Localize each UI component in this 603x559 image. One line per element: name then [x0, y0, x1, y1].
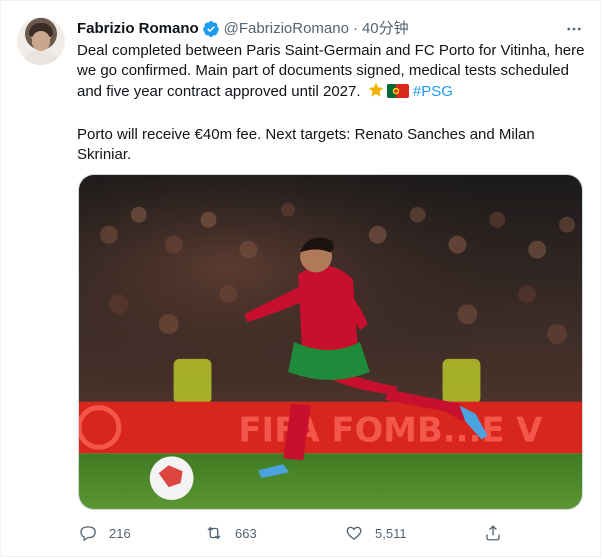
retweet-button[interactable]: 663	[205, 521, 257, 545]
tweet-paragraph-2: Porto will receive €40m fee. Next target…	[77, 126, 535, 163]
avatar[interactable]	[17, 17, 65, 65]
like-button[interactable]: 5,511	[345, 521, 407, 545]
tweet-text: Deal completed between Paris Saint-Germa…	[77, 41, 587, 165]
hashtag-link[interactable]: #PSG	[413, 83, 453, 100]
tweet-text-line-1: Deal completed between Paris Saint-Germa…	[77, 42, 585, 100]
board-text: FIFA FOMB...E V	[238, 410, 543, 449]
tweet-paragraph-1: Deal completed between Paris Saint-Germa…	[77, 41, 587, 105]
verified-badge-icon	[202, 20, 220, 38]
star-icon	[367, 81, 385, 105]
tweet-photo[interactable]: FIFA FOMB...E V	[78, 174, 583, 510]
handle[interactable]: @FabrizioRomano	[224, 19, 349, 39]
separator: ·	[352, 20, 358, 37]
reply-count: 216	[109, 525, 131, 541]
share-icon	[486, 525, 500, 541]
heart-icon	[346, 526, 362, 540]
display-name[interactable]: Fabrizio Romano	[77, 19, 199, 39]
tweet-card[interactable]: Fabrizio Romano @FabrizioRomano · 40分钟 D…	[0, 0, 601, 557]
tweet-header: Fabrizio Romano @FabrizioRomano · 40分钟	[77, 19, 584, 39]
timestamp[interactable]: 40分钟	[362, 19, 409, 39]
share-button[interactable]	[484, 521, 514, 545]
reply-button[interactable]: 216	[79, 521, 131, 545]
portugal-flag-icon	[386, 83, 409, 105]
tweet-actions: 216 663 5,511	[77, 521, 507, 545]
more-options-icon[interactable]	[564, 19, 584, 39]
reply-icon	[80, 526, 96, 542]
photo-football-player: FIFA FOMB...E V	[79, 175, 582, 509]
retweet-icon	[207, 526, 221, 540]
retweet-count: 663	[235, 525, 257, 541]
like-count: 5,511	[375, 525, 407, 541]
